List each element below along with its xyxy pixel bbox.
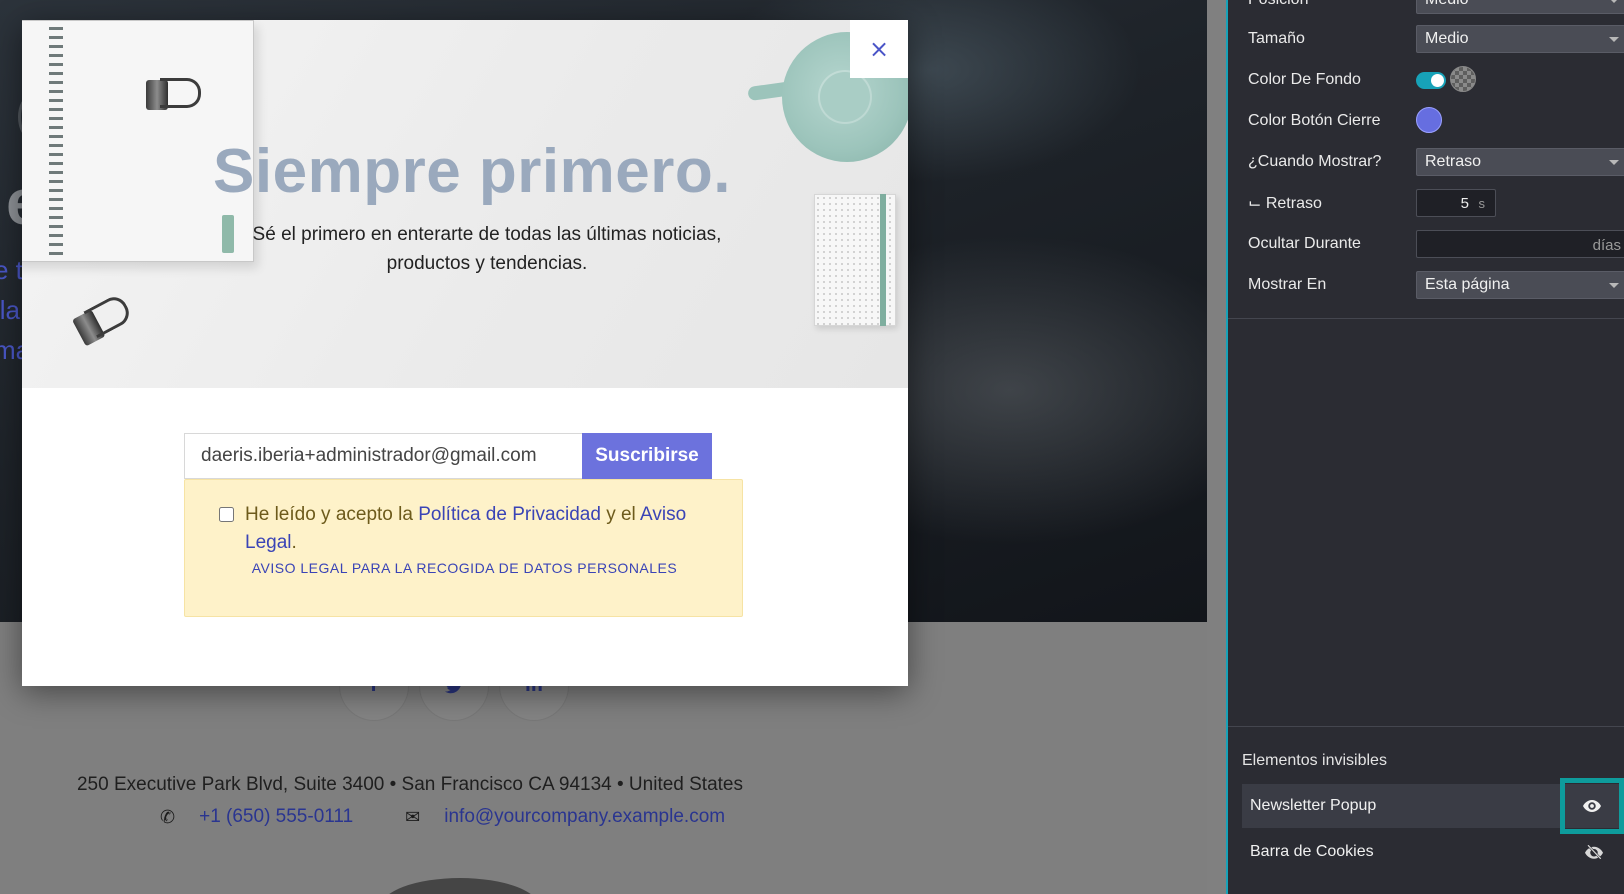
- binder-clip-image: [146, 72, 201, 110]
- select-value: Medio: [1425, 30, 1469, 47]
- eye-icon-glyph: [1583, 800, 1601, 812]
- show-when-select[interactable]: Retraso: [1416, 148, 1624, 176]
- legal-text-suffix: .: [291, 532, 297, 553]
- show-on-select[interactable]: Esta página: [1416, 271, 1624, 299]
- select-value: Retraso: [1425, 153, 1482, 170]
- invisible-item-newsletter-popup[interactable]: Newsletter Popup: [1242, 778, 1624, 834]
- invisible-item-label: Newsletter Popup: [1250, 797, 1377, 814]
- delay-input[interactable]: 5s: [1416, 189, 1496, 217]
- panel-divider: [1228, 726, 1624, 727]
- privacy-policy-link[interactable]: Política de Privacidad: [418, 504, 601, 525]
- select-value: Medio: [1425, 0, 1469, 8]
- close-button[interactable]: ×: [850, 20, 908, 78]
- editor-options-panel: Posición Medio Tamaño Medio Color De Fon…: [1226, 0, 1624, 894]
- option-retraso: ⌙ Retraso 5s: [1248, 189, 1608, 217]
- option-cuando-mostrar: ¿Cuando Mostrar? Retraso: [1248, 148, 1624, 176]
- chevron-down-icon: [1609, 160, 1619, 165]
- personal-data-notice-link[interactable]: AVISO LEGAL PARA LA RECOGIDA DE DATOS PE…: [185, 560, 744, 576]
- envelope-icon: ✉: [405, 806, 421, 827]
- panel-divider: [1228, 318, 1624, 319]
- notebook-strap: [880, 194, 886, 326]
- background-toggle[interactable]: [1416, 72, 1446, 89]
- phone-icon: ✆: [160, 806, 176, 827]
- posicion-select[interactable]: Medio: [1416, 0, 1624, 14]
- invisible-item-barra-cookies[interactable]: Barra de Cookies: [1242, 830, 1624, 874]
- popup-banner: Siempre primero. Sé el primero en entera…: [22, 20, 908, 388]
- popup-subtitle-line: Sé el primero en enterarte de todas las …: [252, 224, 722, 245]
- eye-icon[interactable]: [1560, 778, 1624, 834]
- website-canvas: e e t lla ma f in 250 Executive Park Blv…: [0, 0, 1226, 894]
- email-field[interactable]: [184, 433, 582, 479]
- chevron-down-icon: [1609, 37, 1619, 42]
- delay-value: 5: [1460, 195, 1469, 212]
- newsletter-popup: Siempre primero. Sé el primero en entera…: [22, 20, 908, 686]
- option-label: Color De Fondo: [1248, 71, 1361, 88]
- binder-clip-image: [68, 288, 134, 347]
- subscribe-button[interactable]: Suscribirse: [582, 433, 712, 479]
- option-label: ¿Cuando Mostrar?: [1248, 153, 1382, 170]
- option-label: Mostrar En: [1248, 276, 1327, 293]
- legal-text-prefix: He leído y acepto la: [245, 504, 419, 525]
- hide-days-input[interactable]: días: [1416, 230, 1624, 258]
- eye-slash-icon[interactable]: [1564, 830, 1624, 874]
- phone-link[interactable]: +1 (650) 555-0111: [199, 806, 353, 828]
- tamano-select[interactable]: Medio: [1416, 25, 1624, 53]
- select-value: Esta página: [1425, 276, 1510, 293]
- footer-address: 250 Executive Park Blvd, Suite 3400 • Sa…: [76, 774, 743, 795]
- option-posicion: Posición Medio: [1248, 0, 1624, 14]
- option-label: Tamaño: [1248, 30, 1305, 47]
- invisible-item-label: Barra de Cookies: [1250, 843, 1374, 860]
- option-label: Ocultar Durante: [1248, 235, 1361, 252]
- background-color-picker[interactable]: [1450, 66, 1476, 92]
- subscribe-form: Suscribirse: [184, 433, 712, 479]
- option-mostrar-en: Mostrar En Esta página: [1248, 271, 1624, 299]
- chevron-down-icon: [1609, 283, 1619, 288]
- delay-unit: s: [1478, 196, 1486, 211]
- footer-contact: ✆ +1 (650) 555-0111 ✉ info@yourcompany.e…: [160, 806, 725, 828]
- close-button-color-picker[interactable]: [1416, 107, 1442, 133]
- popup-title: Siempre primero.: [213, 137, 731, 206]
- privacy-checkbox[interactable]: [219, 507, 234, 522]
- popup-subtitle: Sé el primero en enterarte de todas las …: [202, 220, 772, 278]
- eye-slash-icon-glyph: [1585, 845, 1603, 859]
- option-label: ⌙ Retraso: [1248, 195, 1322, 212]
- legal-consent-box: He leído y acepto la Política de Privaci…: [184, 479, 743, 617]
- popup-subtitle-line: productos y tendencias.: [386, 253, 588, 274]
- chevron-down-icon: [1609, 0, 1619, 3]
- teapot-lid: [820, 72, 870, 122]
- option-color-cierre: Color Botón Cierre: [1248, 107, 1608, 135]
- legal-text-mid: y el: [600, 504, 641, 525]
- invisible-elements-title: Elementos invisibles: [1242, 752, 1387, 769]
- legal-consent-text: He leído y acepto la Política de Privaci…: [245, 501, 715, 557]
- days-unit: días: [1592, 237, 1621, 254]
- option-tamano: Tamaño Medio: [1248, 25, 1624, 53]
- option-ocultar-durante: Ocultar Durante días: [1248, 230, 1624, 258]
- option-color-fondo: Color De Fondo: [1248, 66, 1608, 94]
- option-label: Color Botón Cierre: [1248, 112, 1381, 129]
- email-link[interactable]: info@yourcompany.example.com: [444, 806, 725, 828]
- option-label: Posición: [1248, 0, 1396, 9]
